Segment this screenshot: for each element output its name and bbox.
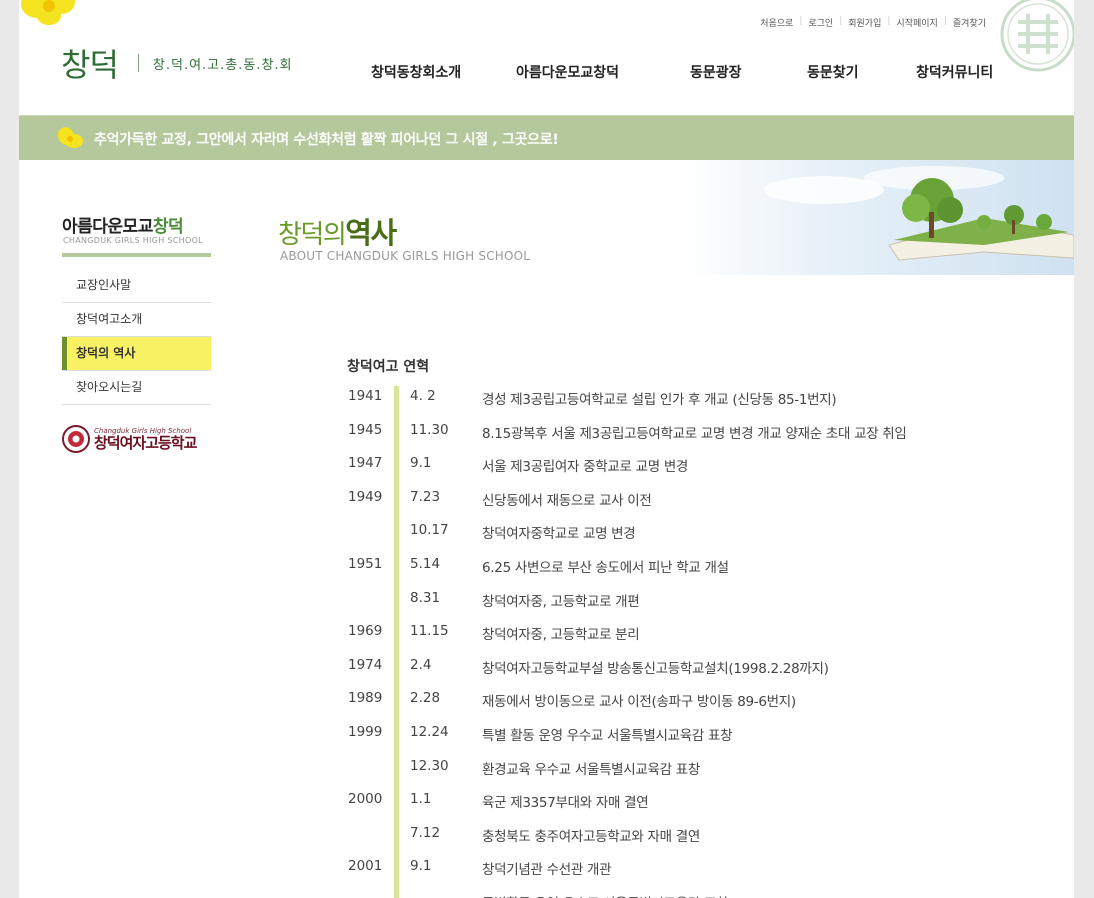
history-text: 8.15광복후 서울 제3공립고등여학교로 교명 변경 개교 양재순 초대 교장… [482,425,907,442]
history-text: 창덕기념관 수선관 개관 [482,862,612,879]
history-date: 8.31 [410,589,441,606]
history-title: 창덕여고 연혁 [347,359,430,375]
history-row: 1945 11.30 8.15광복후 서울 제3공립고등여학교로 교명 변경 개교 … [348,414,1048,448]
history-row: 1941 4. 2 경성 제3공립고등여학교로 설립 인가 후 개교 (신당동 85… [348,380,1048,414]
history-date: 7.12 [410,824,441,841]
history-text: 재동에서 방이동으로 교사 이전(송파구 방이동 89-6번지) [482,694,796,711]
history-year: 2001 [348,858,383,875]
school-logo[interactable]: Changduk Girls High School 창덕여자고등학교 [62,425,197,453]
history-text: 특별 활동 운영 우수교 서울특별시교육감 표창 [482,727,733,744]
page: 창덕 창.덕.여.고.총.동.창.회 처음으로 | 로그인 | 회원가입 | 시작페이… [19,0,1074,898]
history-year: 1974 [348,656,383,673]
util-startpage-link[interactable]: 시작페이지 [890,16,943,29]
history-text: 서울 제3공립여자 중학교로 교명 변경 [482,459,689,476]
history-date: 5.14 [410,555,441,572]
sidebar-item-principal-greeting[interactable]: 교장인사말 [62,269,211,303]
sidebar-title-highlight: 창덕 [152,217,184,237]
util-home-link[interactable]: 처음으로 [754,16,799,29]
page-subtitle: ABOUT CHANGDUK GIRLS HIGH SCHOOL [280,249,531,263]
history-year: 1945 [348,421,383,438]
sidebar-item-directions[interactable]: 찾아오시는길 [62,371,211,405]
history-date: 9.1 [410,455,432,472]
history-row: 1947 9.1 서울 제3공립여자 중학교로 교명 변경 [348,447,1048,481]
history-year: 1989 [348,690,383,707]
history-text: 경성 제3공립고등여학교로 설립 인가 후 개교 (신당동 85-1번지) [482,392,837,408]
page-title-b: 역사 [345,216,397,250]
page-title-a: 창덕의 [278,220,347,250]
history-text: 창덕여자중, 고등학교로 개편 [482,593,640,610]
history-row: 2001 9.1 창덕기념관 수선관 개관 [348,850,1048,884]
history-year: 1949 [348,488,383,505]
flower-icon [57,127,83,148]
history-row: 12.30 환경교육 우수교 서울특별시교육감 표창 [348,750,1048,784]
history-row: 8.31 창덕여자중, 고등학교로 개편 [348,582,1048,616]
site-logo[interactable]: 창덕 창.덕.여.고.총.동.창.회 [61,40,293,86]
history-date: 4. 2 [410,388,436,404]
history-row: 1989 2.28 재동에서 방이동으로 교사 이전(송파구 방이동 89-6번지) [348,682,1048,716]
nav-school-changduk[interactable]: 아름다운모교창덕 [516,62,619,82]
history-row: 1969 11.15 창덕여자중, 고등학교로 분리 [348,615,1048,649]
history-date: 9.1 [410,858,432,875]
nav-alumni-square[interactable]: 동문광장 [690,62,742,82]
history-date: 7.23 [410,488,441,505]
history-year: 1951 [348,555,383,572]
history-date: 12.24 [410,723,449,740]
sidebar-title-main: 아름다운모교 [62,217,153,237]
history-row: 10.17 창덕여자중학교로 교명 변경 [348,514,1048,548]
history-date: 2.4 [410,656,432,673]
sidebar-menu: 교장인사말 창덕여고소개 창덕의 역사 찾아오시는길 [62,269,211,405]
history-row: 1999 12.24 특별 활동 운영 우수교 서울특별시교육감 표창 [348,716,1048,750]
logo-main-text: 창덕 [61,46,119,84]
school-seal-icon [1000,0,1074,72]
nav-association-intro[interactable]: 창덕동창회소개 [371,62,461,82]
util-login-link[interactable]: 로그인 [802,16,839,29]
history-text: 환경교육 우수교 서울특별시교육감 표창 [482,761,701,778]
history-date: 12.30 [410,757,449,774]
sidebar-item-school-intro[interactable]: 창덕여고소개 [62,303,211,337]
history-date: 10.17 [410,522,449,539]
history-list: 1941 4. 2 경성 제3공립고등여학교로 설립 인가 후 개교 (신당동 85… [348,380,1048,898]
logo-divider [137,54,139,72]
history-text: 6.25 사변으로 부산 송도에서 피난 학교 개설 [482,559,729,576]
history-text: 창덕여자중, 고등학교로 분리 [482,627,640,644]
daffodil-decoration-icon [21,0,75,25]
history-text: 신당동에서 재동으로 교사 이전 [482,492,652,509]
history-date: 1.1 [410,791,432,808]
logo-sub-text: 창.덕.여.고.총.동.창.회 [152,57,293,73]
utility-nav: 처음으로 | 로그인 | 회원가입 | 시작페이지 | 즐겨찾기 [754,16,992,29]
school-emblem-icon [62,425,90,453]
open-book-tree-illustration [684,160,1074,275]
history-row: 특별활동 운영 우수교 서울특별시교육감 표창 [348,884,1048,898]
history-year: 1947 [348,455,383,472]
history-date: 2.28 [410,690,441,707]
sidebar-title: 아름다운모교창덕 [62,212,184,237]
history-year: 2000 [348,791,383,808]
slogan-band: 추억가득한 교정, 그안에서 자라며 수선화처럼 활짝 피어나던 그 시절 , … [19,115,1074,160]
history-date: 11.30 [410,421,449,438]
history-year: 1941 [348,388,383,404]
history-text: 창덕여자중학교로 교명 변경 [482,526,636,543]
sidebar-subtitle: CHANGDUK GIRLS HIGH SCHOOL [63,236,203,245]
history-text: 창덕여자고등학교부설 방송통신고등학교설치(1998.2.28까지) [482,660,829,677]
history-year: 1999 [348,723,383,740]
history-text: 특별활동 운영 우수교 서울특별시교육감 표창 [482,892,729,898]
util-bookmark-link[interactable]: 즐겨찾기 [947,16,992,29]
history-year: 1969 [348,623,383,640]
nav-find-alumni[interactable]: 동문찾기 [807,62,859,82]
history-text: 육군 제3357부대와 자매 결연 [482,795,649,812]
school-logo-ko: 창덕여자고등학교 [94,434,197,452]
nav-community[interactable]: 창덕커뮤니티 [916,62,993,82]
history-row: 7.12 충청북도 충주여자고등학교와 자매 결연 [348,817,1048,851]
page-title: 창덕의역사 [278,210,397,252]
sidebar-item-history[interactable]: 창덕의 역사 [62,337,211,371]
util-join-link[interactable]: 회원가입 [842,16,887,29]
history-text: 충청북도 충주여자고등학교와 자매 결연 [482,828,701,845]
history-row: 1951 5.14 6.25 사변으로 부산 송도에서 피난 학교 개설 [348,548,1048,582]
history-row: 2000 1.1 육군 제3357부대와 자매 결연 [348,783,1048,817]
history-row: 1974 2.4 창덕여자고등학교부설 방송통신고등학교설치(1998.2.28까지… [348,649,1048,683]
history-row: 1949 7.23 신당동에서 재동으로 교사 이전 [348,481,1048,515]
history-date: 11.15 [410,623,449,640]
sidebar-title-bar [62,253,211,257]
slogan-text: 추억가득한 교정, 그안에서 자라며 수선화처럼 활짝 피어나던 그 시절 , … [94,132,559,148]
